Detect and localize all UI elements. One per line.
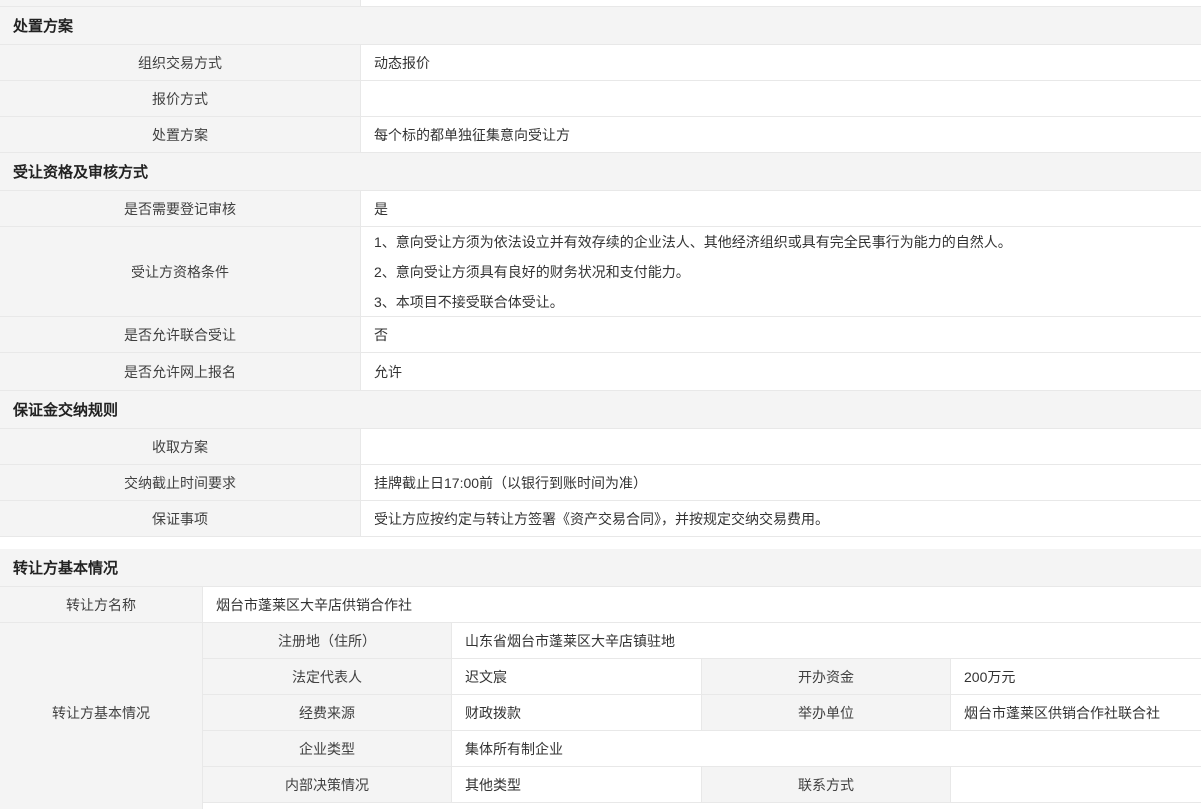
cutoff-group-label-cell [0,803,203,809]
section-header-deposit-rules: 保证金交纳规则 [0,391,1201,429]
field-row-qualification-conditions: 受让方资格条件 1、意向受让方须为依法设立并有效存续的企业法人、其他经济组织或具… [0,227,1201,317]
field-label: 是否需要登记审核 [0,191,361,226]
field-label: 注册地（住所） [203,623,452,658]
transferor-detail-group: 转让方基本情况 注册地（住所） 山东省烟台市蓬莱区大辛店镇驻地 法定代表人 迟文… [0,623,1201,803]
field-value: 其他类型 [452,767,702,802]
cutoff-value-cell [361,0,1201,6]
condition-line: 2、意向受让方须具有良好的财务状况和支付能力。 [374,257,690,287]
field-value [951,767,1201,802]
section-header-transferor-info: 转让方基本情况 [0,549,1201,587]
section-title: 受让资格及审核方式 [13,161,148,182]
field-label: 法定代表人 [203,659,452,694]
field-label: 转让方名称 [0,587,203,622]
section-header-transferee-qualification: 受让资格及审核方式 [0,153,1201,191]
field-value: 挂牌截止日17:00前（以银行到账时间为准） [361,465,1201,500]
field-label: 企业类型 [203,731,452,766]
field-row-transferor-name: 转让方名称 烟台市蓬莱区大辛店供销合作社 [0,587,1201,623]
field-row-trade-method: 组织交易方式 动态报价 [0,45,1201,81]
field-value: 财政拨款 [452,695,702,730]
cutoff-next-row [0,803,1201,809]
field-value [361,81,1201,116]
field-row-disposal-plan: 处置方案 每个标的都单独征集意向受让方 [0,117,1201,153]
section-title: 保证金交纳规则 [13,399,118,420]
group-rows: 注册地（住所） 山东省烟台市蓬莱区大辛店镇驻地 法定代表人 迟文宸 开办资金 2… [203,623,1201,803]
condition-line: 3、本项目不接受联合体受让。 [374,287,564,317]
field-label: 开办资金 [702,659,951,694]
field-value: 集体所有制企业 [452,731,1201,766]
field-label: 举办单位 [702,695,951,730]
field-value: 是 [361,191,1201,226]
field-value-multiline: 1、意向受让方须为依法设立并有效存续的企业法人、其他经济组织或具有完全民事行为能… [361,227,1201,316]
field-value: 否 [361,317,1201,352]
detail-row-registered-address: 注册地（住所） 山东省烟台市蓬莱区大辛店镇驻地 [203,623,1201,659]
detail-row-enterprise-type: 企业类型 集体所有制企业 [203,731,1201,767]
detail-row-legal-rep-capital: 法定代表人 迟文宸 开办资金 200万元 [203,659,1201,695]
detail-row-decision-contact: 内部决策情况 其他类型 联系方式 [203,767,1201,803]
field-label: 报价方式 [0,81,361,116]
field-value: 迟文宸 [452,659,702,694]
field-value: 动态报价 [361,45,1201,80]
section-header-disposal-plan: 处置方案 [0,7,1201,45]
section-title: 转让方基本情况 [13,557,118,578]
field-row-payment-deadline: 交纳截止时间要求 挂牌截止日17:00前（以银行到账时间为准） [0,465,1201,501]
field-value: 200万元 [951,659,1201,694]
field-row-joint-transfer: 是否允许联合受让 否 [0,317,1201,353]
field-value: 允许 [361,353,1201,390]
detail-row-funding-organizer: 经费来源 财政拨款 举办单位 烟台市蓬莱区供销合作社联合社 [203,695,1201,731]
group-rowspan-label: 转让方基本情况 [0,623,203,803]
field-value: 烟台市蓬莱区大辛店供销合作社 [203,587,1201,622]
condition-line: 1、意向受让方须为依法设立并有效存续的企业法人、其他经济组织或具有完全民事行为能… [374,227,1012,257]
field-label: 交纳截止时间要求 [0,465,361,500]
field-label: 组织交易方式 [0,45,361,80]
field-value [361,429,1201,464]
field-row-collection-plan: 收取方案 [0,429,1201,465]
field-label: 经费来源 [203,695,452,730]
field-row-quote-method: 报价方式 [0,81,1201,117]
field-value: 每个标的都单独征集意向受让方 [361,117,1201,152]
field-label: 是否允许联合受让 [0,317,361,352]
cutoff-label-cell [0,0,361,6]
field-label: 处置方案 [0,117,361,152]
cutoff-value-cell [203,803,1201,809]
cutoff-previous-row [0,0,1201,7]
field-row-guarantee-matters: 保证事项 受让方应按约定与转让方签署《资产交易合同》，并按规定交纳交易费用。 [0,501,1201,537]
field-value: 山东省烟台市蓬莱区大辛店镇驻地 [452,623,1201,658]
section-title: 处置方案 [13,15,73,36]
field-label: 保证事项 [0,501,361,536]
field-row-registration-review: 是否需要登记审核 是 [0,191,1201,227]
table-gap [0,537,1201,549]
field-value: 受让方应按约定与转让方签署《资产交易合同》，并按规定交纳交易费用。 [361,501,1201,536]
listing-detail-page: 处置方案 组织交易方式 动态报价 报价方式 处置方案 每个标的都单独征集意向受让… [0,0,1201,809]
field-label: 联系方式 [702,767,951,802]
field-label: 收取方案 [0,429,361,464]
field-label: 受让方资格条件 [0,227,361,316]
field-row-online-signup: 是否允许网上报名 允许 [0,353,1201,391]
field-value: 烟台市蓬莱区供销合作社联合社 [951,695,1201,730]
field-label: 内部决策情况 [203,767,452,802]
field-label: 是否允许网上报名 [0,353,361,390]
